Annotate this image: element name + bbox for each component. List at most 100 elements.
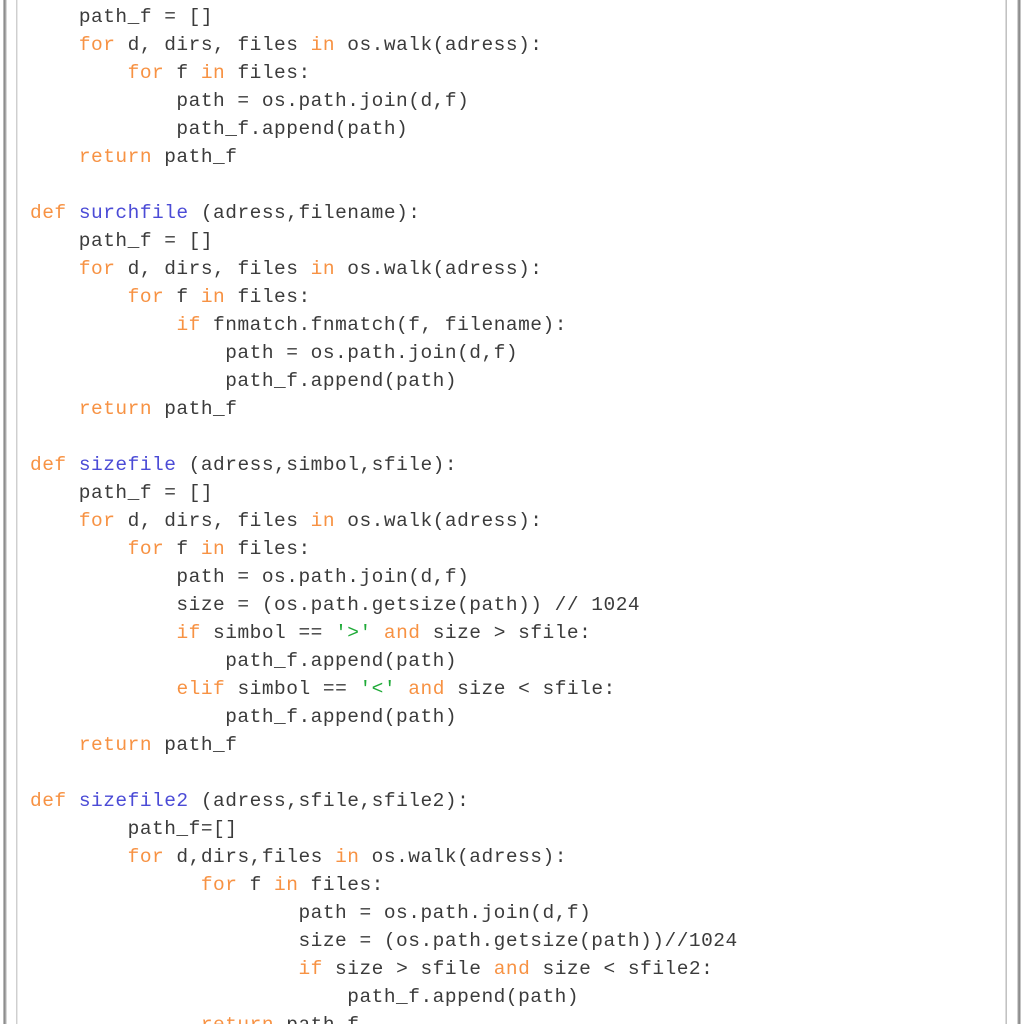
code-token-kw: for (78, 510, 116, 532)
code-token-txt: files: (225, 538, 311, 560)
code-token-str: '<' (359, 678, 397, 700)
code-token-txt: size > sfile (322, 958, 494, 980)
code-line: size = (os.path.getsize(path)) // 1024 (30, 591, 1005, 619)
code-line: for d,dirs,files in os.walk(adress): (30, 843, 1005, 871)
code-token-kw: in (310, 510, 336, 532)
editor-gutter-border-right (1006, 0, 1007, 1024)
code-token-txt: (adress,sfile,sfile2): (188, 790, 470, 812)
code-line: def sizefile2 (adress,sfile,sfile2): (30, 787, 1005, 815)
code-token-kw: for (127, 538, 165, 560)
code-token-fn: surchfile (78, 202, 189, 224)
code-line: path_f = [] (30, 479, 1005, 507)
code-token-kw: in (335, 846, 360, 868)
code-token-txt: path = os.path.join(d,f) (30, 342, 519, 364)
code-line: path = os.path.join(d,f) (30, 563, 1005, 591)
code-token-txt: path_f.append(path) (30, 118, 409, 140)
code-token-txt: d, dirs, files (115, 258, 311, 280)
code-token-txt: size = (os.path.getsize(path)) // 1024 (30, 594, 641, 616)
code-line: for f in files: (30, 871, 1005, 899)
code-token-txt: f (164, 538, 201, 560)
code-token-txt: path_f.append(path) (30, 650, 458, 672)
code-token-kw: and (408, 678, 445, 700)
code-line: path_f.append(path) (30, 367, 1005, 395)
code-token-txt: files: (225, 286, 311, 308)
code-token-txt: d, dirs, files (115, 510, 311, 532)
code-line: def surchfile (adress,filename): (30, 199, 1005, 227)
code-token-txt: f (164, 286, 201, 308)
code-token-txt: path_f = [] (30, 230, 214, 252)
code-token-txt: size < sfile: (444, 678, 616, 700)
code-line: size = (os.path.getsize(path))//1024 (30, 927, 1005, 955)
code-token-kw: return (201, 1014, 274, 1024)
code-line: path_f=[] (30, 815, 1005, 843)
code-editor-window: path_f = [] for d, dirs, files in os.wal… (0, 0, 1024, 1024)
code-token-txt: os.walk(adress): (335, 34, 543, 56)
code-token-kw: and (383, 622, 421, 644)
code-token-txt: simbol == (200, 622, 336, 644)
code-token-kw: return (78, 734, 153, 756)
code-line: for d, dirs, files in os.walk(adress): (30, 31, 1005, 59)
code-line: path_f.append(path) (30, 115, 1005, 143)
code-token-kw: for (78, 34, 116, 56)
code-line: return path_f (30, 731, 1005, 759)
code-line: def sizefile (adress,simbol,sfile): (30, 451, 1005, 479)
code-token-txt: files: (225, 62, 311, 84)
code-token-kw: for (127, 286, 165, 308)
code-line: for f in files: (30, 59, 1005, 87)
code-token-kw: def (30, 454, 67, 476)
code-line: path_f.append(path) (30, 983, 1005, 1011)
code-token-txt: os.walk(adress): (335, 258, 543, 280)
code-token-kw: if (298, 958, 323, 980)
code-token-txt: d, dirs, files (115, 34, 311, 56)
code-line: return path_f (30, 1011, 1005, 1024)
code-text-area[interactable]: path_f = [] for d, dirs, files in os.wal… (18, 0, 1005, 1024)
code-token-txt: files: (298, 874, 384, 896)
code-line: if size > sfile and size < sfile2: (30, 955, 1005, 983)
code-token-txt: path_f.append(path) (30, 986, 580, 1008)
code-line: path = os.path.join(d,f) (30, 87, 1005, 115)
code-token-txt: path_f.append(path) (30, 370, 458, 392)
code-line: return path_f (30, 143, 1005, 171)
code-token-kw: in (200, 62, 226, 84)
code-token-kw: def (30, 202, 67, 224)
code-line: for d, dirs, files in os.walk(adress): (30, 507, 1005, 535)
code-token-txt: simbol == (225, 678, 360, 700)
code-token-txt: path_f = [] (78, 6, 214, 28)
code-line: if fnmatch.fnmatch(f, filename): (30, 311, 1005, 339)
code-token-txt: path_f (152, 734, 238, 756)
code-token-fn: sizefile (78, 454, 177, 476)
code-token-kw: in (274, 874, 299, 896)
code-token-txt: size < sfile2: (530, 958, 714, 980)
window-frame-rule-outer-right (1020, 0, 1021, 1024)
code-line: path_f = [] (30, 227, 1005, 255)
code-token-fn: sizefile2 (78, 790, 189, 812)
code-token-kw: for (127, 62, 165, 84)
code-token-txt: path_f = [] (30, 482, 214, 504)
code-line: path = os.path.join(d,f) (30, 899, 1005, 927)
code-token-txt: path = os.path.join(d,f) (30, 902, 592, 924)
code-token-kw: for (200, 874, 238, 896)
code-token-txt: path_f.append(path) (30, 706, 458, 728)
code-token-kw: in (310, 258, 336, 280)
code-line: for f in files: (30, 283, 1005, 311)
code-token-kw: elif (176, 678, 226, 700)
code-token-kw: for (127, 846, 165, 868)
